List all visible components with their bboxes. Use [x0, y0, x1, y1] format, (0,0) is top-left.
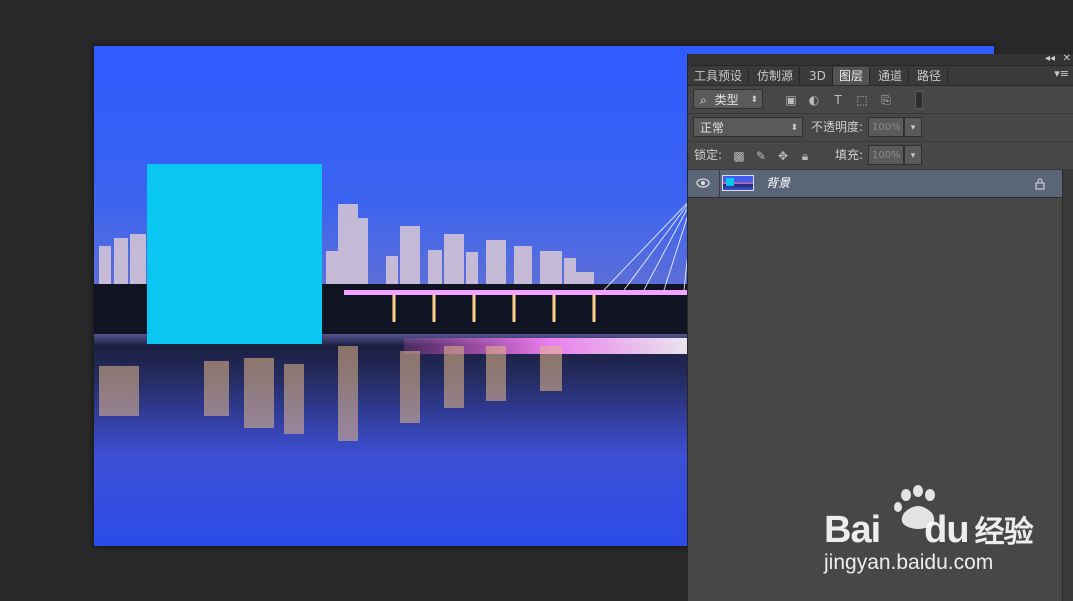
eye-icon [696, 178, 710, 188]
panel-menu-icon[interactable]: ▾≡ [1054, 67, 1069, 80]
blend-mode-select[interactable]: 正常 ⬍ [693, 117, 803, 137]
baidu-jingyan-watermark: Bai du 经验 jingyan.baidu.com [820, 485, 1040, 585]
watermark-brand-bai: Bai [824, 509, 881, 551]
fill-label: 填充: [835, 148, 864, 162]
lock-all-icon[interactable]: 🔒︎ [798, 149, 812, 163]
opacity-input[interactable]: 100% [868, 117, 904, 137]
fill-dropdown-button[interactable]: ▾ [904, 145, 922, 165]
panel-title-bar: ◂◂ ✕ [688, 53, 1073, 66]
shape-filter-icon[interactable]: ⬚ [855, 93, 869, 107]
adjustment-filter-icon[interactable]: ◐ [807, 93, 821, 107]
search-icon: ⌕ [700, 93, 707, 107]
tab-tool-presets[interactable]: 工具预设 [688, 67, 750, 85]
type-filter-icon[interactable]: T [831, 93, 845, 107]
layer-row-background[interactable]: 背景 [688, 170, 1063, 198]
filter-toggle-switch[interactable] [915, 91, 923, 109]
lock-label: 锁定: [694, 148, 723, 162]
layer-name[interactable]: 背景 [766, 170, 790, 197]
watermark-url: jingyan.baidu.com [824, 551, 994, 574]
lock-transparent-pixels-icon[interactable]: ▩ [732, 149, 746, 163]
chevron-updown-icon: ⬍ [790, 123, 798, 133]
fill-input[interactable]: 100% [868, 145, 904, 165]
smart-object-filter-icon[interactable]: ⎘ [879, 93, 893, 107]
filter-kind-label: 类型 [714, 93, 739, 107]
visibility-toggle[interactable] [688, 170, 720, 197]
layers-scrollbar[interactable] [1062, 170, 1073, 601]
watermark-brand-du: du [924, 509, 969, 551]
layer-thumbnail [722, 175, 754, 191]
blend-opacity-row: 正常 ⬍ 不透明度: 100% ▾ [688, 114, 1073, 142]
close-panel-button[interactable]: ✕ [1063, 53, 1071, 64]
image-filter-icon[interactable]: ▣ [784, 93, 798, 107]
opacity-label: 不透明度: [811, 120, 864, 134]
cyan-rectangle-shape[interactable] [147, 164, 322, 344]
collapse-panel-button[interactable]: ◂◂ [1045, 53, 1055, 64]
opacity-dropdown-button[interactable]: ▾ [904, 117, 922, 137]
lock-icon [1035, 178, 1045, 190]
chevron-updown-icon: ⬍ [750, 95, 758, 105]
tab-3d[interactable]: 3D [803, 67, 833, 85]
tab-paths[interactable]: 路径 [911, 67, 949, 85]
panel-tabs: 工具预设 仿制源 3D 图层 通道 路径 ▾≡ [688, 66, 1073, 86]
tab-layers[interactable]: 图层 [833, 67, 871, 85]
filter-kind-select[interactable]: ⌕ 类型 ⬍ [693, 89, 763, 109]
blend-mode-value: 正常 [700, 121, 725, 135]
lock-fill-row: 锁定: ▩ ✎ ✥ 🔒︎ 填充: 100% ▾ [688, 142, 1073, 170]
tab-channels[interactable]: 通道 [872, 67, 910, 85]
tab-clone-source[interactable]: 仿制源 [751, 67, 801, 85]
watermark-brand-cn: 经验 [974, 516, 1034, 549]
layer-filter-row: ⌕ 类型 ⬍ ▣ ◐ T ⬚ ⎘ [688, 86, 1073, 114]
lock-image-pixels-icon[interactable]: ✎ [754, 149, 768, 163]
lock-position-icon[interactable]: ✥ [776, 149, 790, 163]
